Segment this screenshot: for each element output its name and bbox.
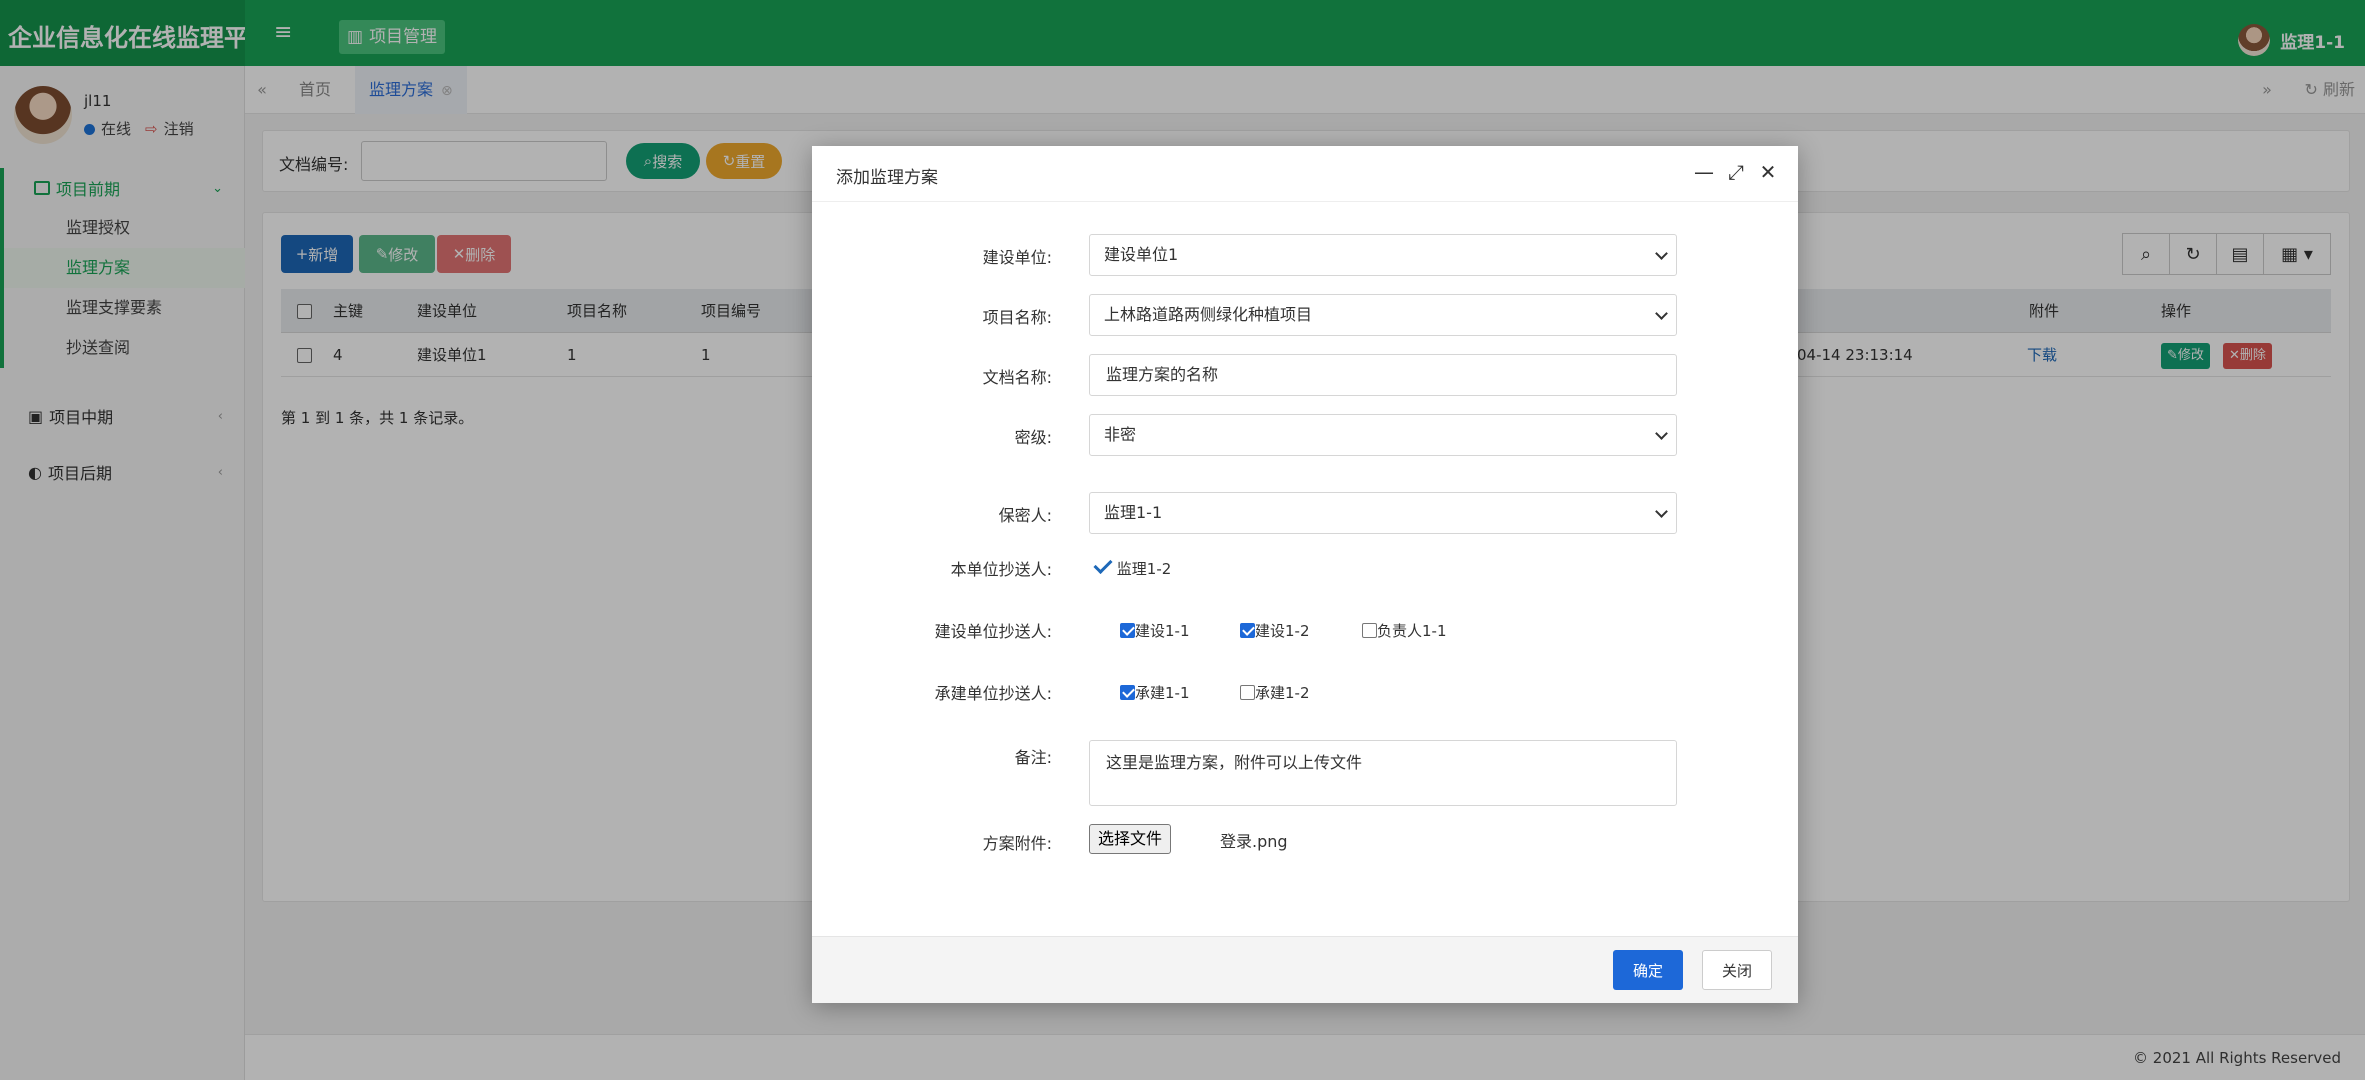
secret-value: 非密	[1104, 425, 1137, 444]
doc-name-input[interactable]: 监理方案的名称	[1089, 354, 1677, 396]
remark-textarea[interactable]: 这里是监理方案，附件可以上传文件	[1089, 740, 1677, 806]
checkbox-checked-icon[interactable]	[1092, 556, 1112, 576]
cc-contractor-option-label: 承建1-1	[1135, 684, 1190, 702]
keeper-value: 监理1-1	[1104, 503, 1163, 522]
doc-name-label: 文档名称:	[982, 368, 1052, 387]
doc-name-value: 监理方案的名称	[1106, 365, 1219, 384]
add-plan-dialog: 添加监理方案 — ⤢ ✕ 建设单位: 建设单位1 项目名称: 上林路道路两侧绿化…	[812, 146, 1798, 1003]
attachment-label: 方案附件:	[982, 834, 1052, 853]
checkbox[interactable]	[1240, 623, 1255, 638]
remark-value: 这里是监理方案，附件可以上传文件	[1106, 753, 1363, 772]
checkbox[interactable]	[1240, 685, 1255, 700]
checkbox[interactable]	[1120, 685, 1135, 700]
cc-self-option[interactable]: 监理1-2	[1092, 556, 1171, 579]
dialog-footer: 确定 关闭	[812, 936, 1798, 1003]
secret-select[interactable]: 非密	[1089, 414, 1677, 456]
unit-select[interactable]: 建设单位1	[1089, 234, 1677, 276]
cc-build-label: 建设单位抄送人:	[934, 622, 1052, 641]
checkbox[interactable]	[1362, 623, 1377, 638]
project-value: 上林路道路两侧绿化种植项目	[1104, 305, 1313, 324]
cc-build-option-2[interactable]: 建设1-2	[1240, 620, 1310, 641]
cc-build-option-1[interactable]: 建设1-1	[1120, 620, 1190, 641]
cc-contractor-label: 承建单位抄送人:	[934, 684, 1052, 703]
unit-value: 建设单位1	[1104, 245, 1179, 264]
maximize-icon[interactable]: ⤢	[1724, 160, 1748, 184]
cc-build-option-label: 负责人1-1	[1377, 622, 1447, 640]
keeper-select[interactable]: 监理1-1	[1089, 492, 1677, 534]
remark-label: 备注:	[1014, 748, 1052, 767]
dialog-header: 添加监理方案 — ⤢ ✕	[812, 146, 1798, 202]
cc-self-label: 本单位抄送人:	[950, 560, 1052, 579]
keeper-label: 保密人:	[998, 506, 1052, 525]
cc-build-option-3[interactable]: 负责人1-1	[1362, 620, 1447, 641]
close-button[interactable]: 关闭	[1702, 950, 1772, 990]
secret-label: 密级:	[1014, 428, 1052, 447]
selected-file-name: 登录.png	[1220, 832, 1288, 851]
project-select[interactable]: 上林路道路两侧绿化种植项目	[1089, 294, 1677, 336]
cc-self-option-label: 监理1-2	[1116, 560, 1172, 578]
cc-contractor-option-label: 承建1-2	[1255, 684, 1310, 702]
cc-contractor-option-2[interactable]: 承建1-2	[1240, 682, 1310, 703]
project-label: 项目名称:	[982, 308, 1052, 327]
choose-file-button[interactable]: 选择文件	[1089, 824, 1172, 854]
cc-contractor-option-1[interactable]: 承建1-1	[1120, 682, 1190, 703]
confirm-button[interactable]: 确定	[1613, 950, 1683, 990]
minimize-icon[interactable]: —	[1692, 160, 1716, 184]
cc-build-option-label: 建设1-2	[1255, 622, 1310, 640]
unit-label: 建设单位:	[982, 248, 1052, 267]
cc-build-option-label: 建设1-1	[1135, 622, 1190, 640]
dialog-title: 添加监理方案	[836, 168, 938, 188]
close-icon[interactable]: ✕	[1756, 160, 1780, 184]
checkbox[interactable]	[1120, 623, 1135, 638]
